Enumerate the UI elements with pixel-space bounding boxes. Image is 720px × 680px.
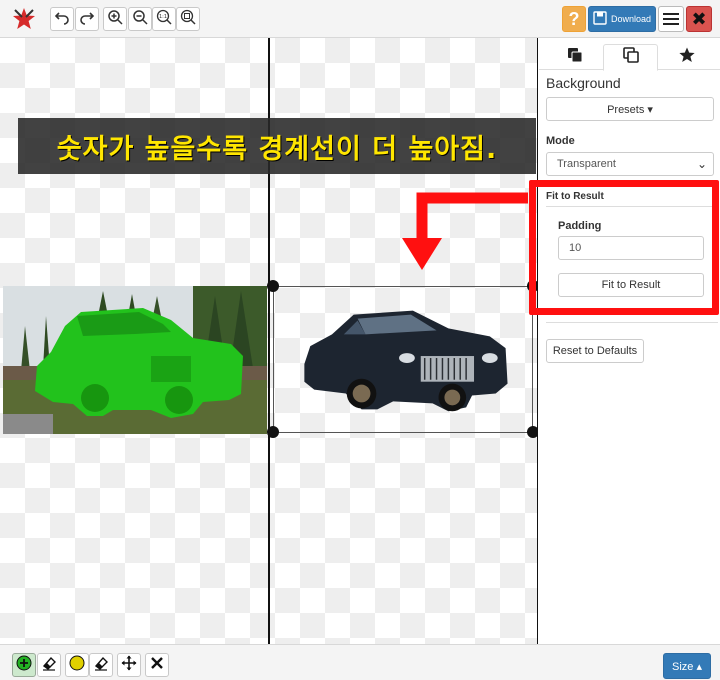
star-icon	[678, 47, 695, 68]
original-image-with-mask[interactable]	[3, 286, 267, 434]
download-label: Download	[611, 14, 652, 24]
keep-brush-button[interactable]	[12, 653, 36, 677]
annotation-highlight-box	[529, 180, 719, 315]
presets-dropdown-button[interactable]: Presets ▾	[546, 97, 714, 121]
remove-brush-button[interactable]	[65, 653, 89, 677]
download-button[interactable]: Download	[588, 6, 656, 32]
annotation-arrow	[402, 192, 528, 270]
resize-handle-top-left[interactable]	[267, 280, 279, 292]
hamburger-icon	[663, 13, 679, 15]
reset-to-defaults-button[interactable]: Reset to Defaults	[546, 339, 644, 363]
svg-text:1:1: 1:1	[159, 14, 167, 20]
zoom-out-icon	[132, 9, 148, 30]
mode-select[interactable]: Transparent ⌄	[546, 152, 714, 176]
tab-layers[interactable]	[547, 44, 602, 70]
editor-canvas[interactable]: 숫자가 높을수록 경계선이 더 높아짐.	[0, 38, 538, 644]
remove-eraser-icon	[93, 655, 109, 676]
canvas-right-edge	[537, 38, 538, 644]
tab-favorites[interactable]	[659, 44, 714, 70]
layers-icon	[567, 47, 583, 68]
clear-icon	[149, 655, 165, 676]
move-icon	[121, 655, 137, 676]
resize-handle-bottom-right[interactable]	[527, 426, 538, 438]
zoom-actual-size-button[interactable]: 1:1	[152, 7, 176, 31]
divider	[546, 322, 718, 323]
bottom-toolbar: Size ▴	[0, 644, 720, 680]
chevron-down-icon: ⌄	[696, 157, 707, 171]
remove-brush-icon	[69, 655, 85, 676]
keep-eraser-button[interactable]	[37, 653, 61, 677]
copy-icon	[622, 47, 639, 68]
annotation-caption: 숫자가 높을수록 경계선이 더 높아짐.	[18, 118, 536, 174]
redo-button[interactable]	[75, 7, 99, 31]
panel-tabs	[539, 44, 720, 71]
zoom-fit-icon	[180, 9, 196, 30]
move-button[interactable]	[117, 653, 141, 677]
close-button[interactable]: ✖	[686, 6, 712, 32]
settings-panel: Background Presets ▾ Mode Transparent ⌄ …	[539, 38, 720, 644]
zoom-fit-button[interactable]	[176, 7, 200, 31]
zoom-out-button[interactable]	[128, 7, 152, 31]
background-section-title: Background	[546, 75, 621, 91]
size-dropdown-button[interactable]: Size ▴	[663, 653, 711, 679]
help-button[interactable]: ?	[562, 6, 586, 32]
keep-brush-icon	[16, 655, 32, 676]
clear-button[interactable]	[145, 653, 169, 677]
tab-copy[interactable]	[603, 44, 658, 71]
mode-label: Mode	[546, 135, 575, 147]
undo-icon	[54, 9, 70, 30]
original-image	[3, 286, 267, 434]
menu-button[interactable]	[658, 6, 684, 32]
zoom-in-button[interactable]	[103, 7, 127, 31]
resize-handle-bottom-left[interactable]	[267, 426, 279, 438]
save-icon	[593, 11, 607, 27]
mode-select-value: Transparent	[557, 158, 616, 170]
keep-eraser-icon	[41, 655, 57, 676]
app-logo-icon	[12, 7, 36, 31]
top-toolbar: 1:1 ? Download ✖	[0, 0, 720, 38]
zoom-actual-icon: 1:1	[156, 9, 172, 30]
remove-eraser-button[interactable]	[89, 653, 113, 677]
redo-icon	[79, 9, 95, 30]
undo-button[interactable]	[50, 7, 74, 31]
result-preview[interactable]	[273, 286, 533, 433]
result-car-image	[304, 310, 508, 412]
zoom-in-icon	[107, 9, 123, 30]
